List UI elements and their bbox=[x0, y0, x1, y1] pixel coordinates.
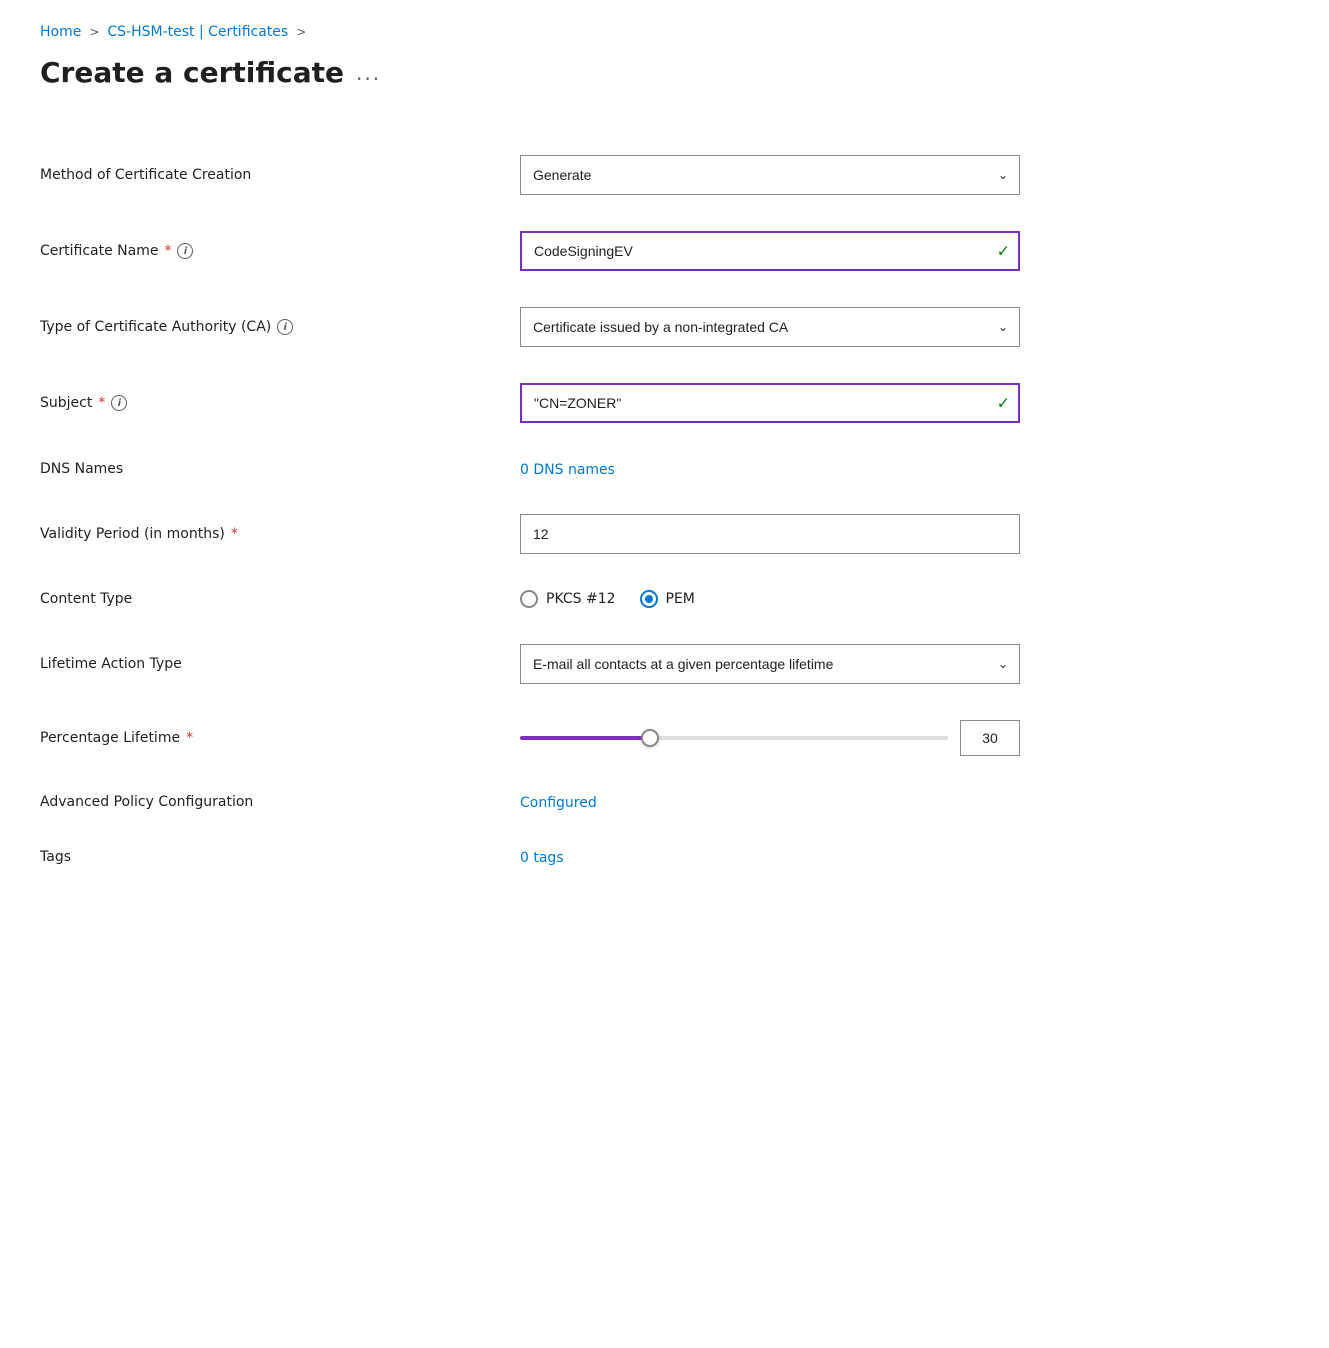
ca-type-dropdown[interactable]: Certificate issued by a non-integrated C… bbox=[520, 307, 1020, 347]
cert-name-info-icon[interactable]: i bbox=[177, 243, 193, 259]
dns-names-label: DNS Names bbox=[40, 461, 520, 477]
validity-period-control bbox=[520, 514, 1140, 554]
dns-names-row: DNS Names 0 DNS names bbox=[40, 441, 1140, 496]
method-dropdown-wrapper: Generate Import CSR ⌄ bbox=[520, 155, 1020, 195]
content-type-row: Content Type PKCS #12 PEM bbox=[40, 572, 1140, 626]
lifetime-action-label: Lifetime Action Type bbox=[40, 656, 520, 672]
subject-required: * bbox=[98, 395, 105, 411]
content-type-label: Content Type bbox=[40, 591, 520, 607]
content-type-control: PKCS #12 PEM bbox=[520, 590, 1140, 608]
advanced-policy-link[interactable]: Configured bbox=[520, 795, 597, 811]
pem-label: PEM bbox=[666, 591, 695, 607]
percentage-lifetime-row: Percentage Lifetime * bbox=[40, 702, 1140, 774]
subject-label: Subject * i bbox=[40, 395, 520, 411]
tags-row: Tags 0 tags bbox=[40, 829, 1140, 884]
ca-type-dropdown-wrapper: Certificate issued by a non-integrated C… bbox=[520, 307, 1020, 347]
cert-name-input-wrapper: ✓ bbox=[520, 231, 1020, 271]
cert-name-required: * bbox=[164, 243, 171, 259]
content-type-radio-group: PKCS #12 PEM bbox=[520, 590, 1140, 608]
page-title: Create a certificate bbox=[40, 56, 344, 89]
lifetime-action-dropdown-wrapper: E-mail all contacts at a given percentag… bbox=[520, 644, 1020, 684]
validity-period-required: * bbox=[231, 526, 238, 542]
cert-name-control: ✓ bbox=[520, 231, 1140, 271]
ca-type-label: Type of Certificate Authority (CA) i bbox=[40, 319, 520, 335]
validity-period-input-wrapper bbox=[520, 514, 1020, 554]
page-title-row: Create a certificate ... bbox=[40, 56, 1289, 89]
pkcs12-label: PKCS #12 bbox=[546, 591, 616, 607]
percentage-lifetime-slider-container bbox=[520, 720, 1020, 756]
pem-radio[interactable] bbox=[640, 590, 658, 608]
pkcs12-option[interactable]: PKCS #12 bbox=[520, 590, 616, 608]
advanced-policy-label: Advanced Policy Configuration bbox=[40, 794, 520, 810]
method-row: Method of Certificate Creation Generate … bbox=[40, 137, 1140, 213]
pem-option[interactable]: PEM bbox=[640, 590, 695, 608]
percentage-lifetime-required: * bbox=[186, 730, 193, 746]
lifetime-action-dropdown[interactable]: E-mail all contacts at a given percentag… bbox=[520, 644, 1020, 684]
ca-type-control: Certificate issued by a non-integrated C… bbox=[520, 307, 1140, 347]
subject-input-wrapper: ✓ bbox=[520, 383, 1020, 423]
slider-wrapper bbox=[520, 736, 948, 740]
method-dropdown[interactable]: Generate Import CSR bbox=[520, 155, 1020, 195]
breadcrumb-certificates[interactable]: CS-HSM-test | Certificates bbox=[107, 24, 288, 40]
tags-control: 0 tags bbox=[520, 847, 1140, 866]
method-control: Generate Import CSR ⌄ bbox=[520, 155, 1140, 195]
subject-info-icon[interactable]: i bbox=[111, 395, 127, 411]
percentage-lifetime-label: Percentage Lifetime * bbox=[40, 730, 520, 746]
cert-name-row: Certificate Name * i ✓ bbox=[40, 213, 1140, 289]
validity-period-row: Validity Period (in months) * bbox=[40, 496, 1140, 572]
percentage-lifetime-slider[interactable] bbox=[520, 736, 948, 740]
dns-names-control: 0 DNS names bbox=[520, 459, 1140, 478]
cert-name-input[interactable] bbox=[520, 231, 1020, 271]
breadcrumb-home[interactable]: Home bbox=[40, 24, 81, 40]
breadcrumb: Home > CS-HSM-test | Certificates > bbox=[40, 24, 1289, 40]
ca-type-row: Type of Certificate Authority (CA) i Cer… bbox=[40, 289, 1140, 365]
tags-label: Tags bbox=[40, 849, 520, 865]
percentage-lifetime-control bbox=[520, 720, 1140, 756]
ca-type-info-icon[interactable]: i bbox=[277, 319, 293, 335]
subject-control: ✓ bbox=[520, 383, 1140, 423]
more-options-button[interactable]: ... bbox=[356, 61, 381, 85]
advanced-policy-row: Advanced Policy Configuration Configured bbox=[40, 774, 1140, 829]
dns-names-link[interactable]: 0 DNS names bbox=[520, 462, 615, 478]
validity-period-input[interactable] bbox=[520, 514, 1020, 554]
cert-name-label: Certificate Name * i bbox=[40, 243, 520, 259]
lifetime-action-row: Lifetime Action Type E-mail all contacts… bbox=[40, 626, 1140, 702]
cert-name-check-icon: ✓ bbox=[997, 242, 1010, 261]
breadcrumb-separator-1: > bbox=[89, 25, 99, 39]
tags-link[interactable]: 0 tags bbox=[520, 850, 564, 866]
percentage-lifetime-value-input[interactable] bbox=[960, 720, 1020, 756]
certificate-form: Method of Certificate Creation Generate … bbox=[40, 137, 1140, 884]
subject-input[interactable] bbox=[520, 383, 1020, 423]
subject-check-icon: ✓ bbox=[997, 394, 1010, 413]
method-label: Method of Certificate Creation bbox=[40, 167, 520, 183]
advanced-policy-control: Configured bbox=[520, 792, 1140, 811]
pkcs12-radio[interactable] bbox=[520, 590, 538, 608]
subject-row: Subject * i ✓ bbox=[40, 365, 1140, 441]
validity-period-label: Validity Period (in months) * bbox=[40, 526, 520, 542]
lifetime-action-control: E-mail all contacts at a given percentag… bbox=[520, 644, 1140, 684]
breadcrumb-separator-2: > bbox=[296, 25, 306, 39]
